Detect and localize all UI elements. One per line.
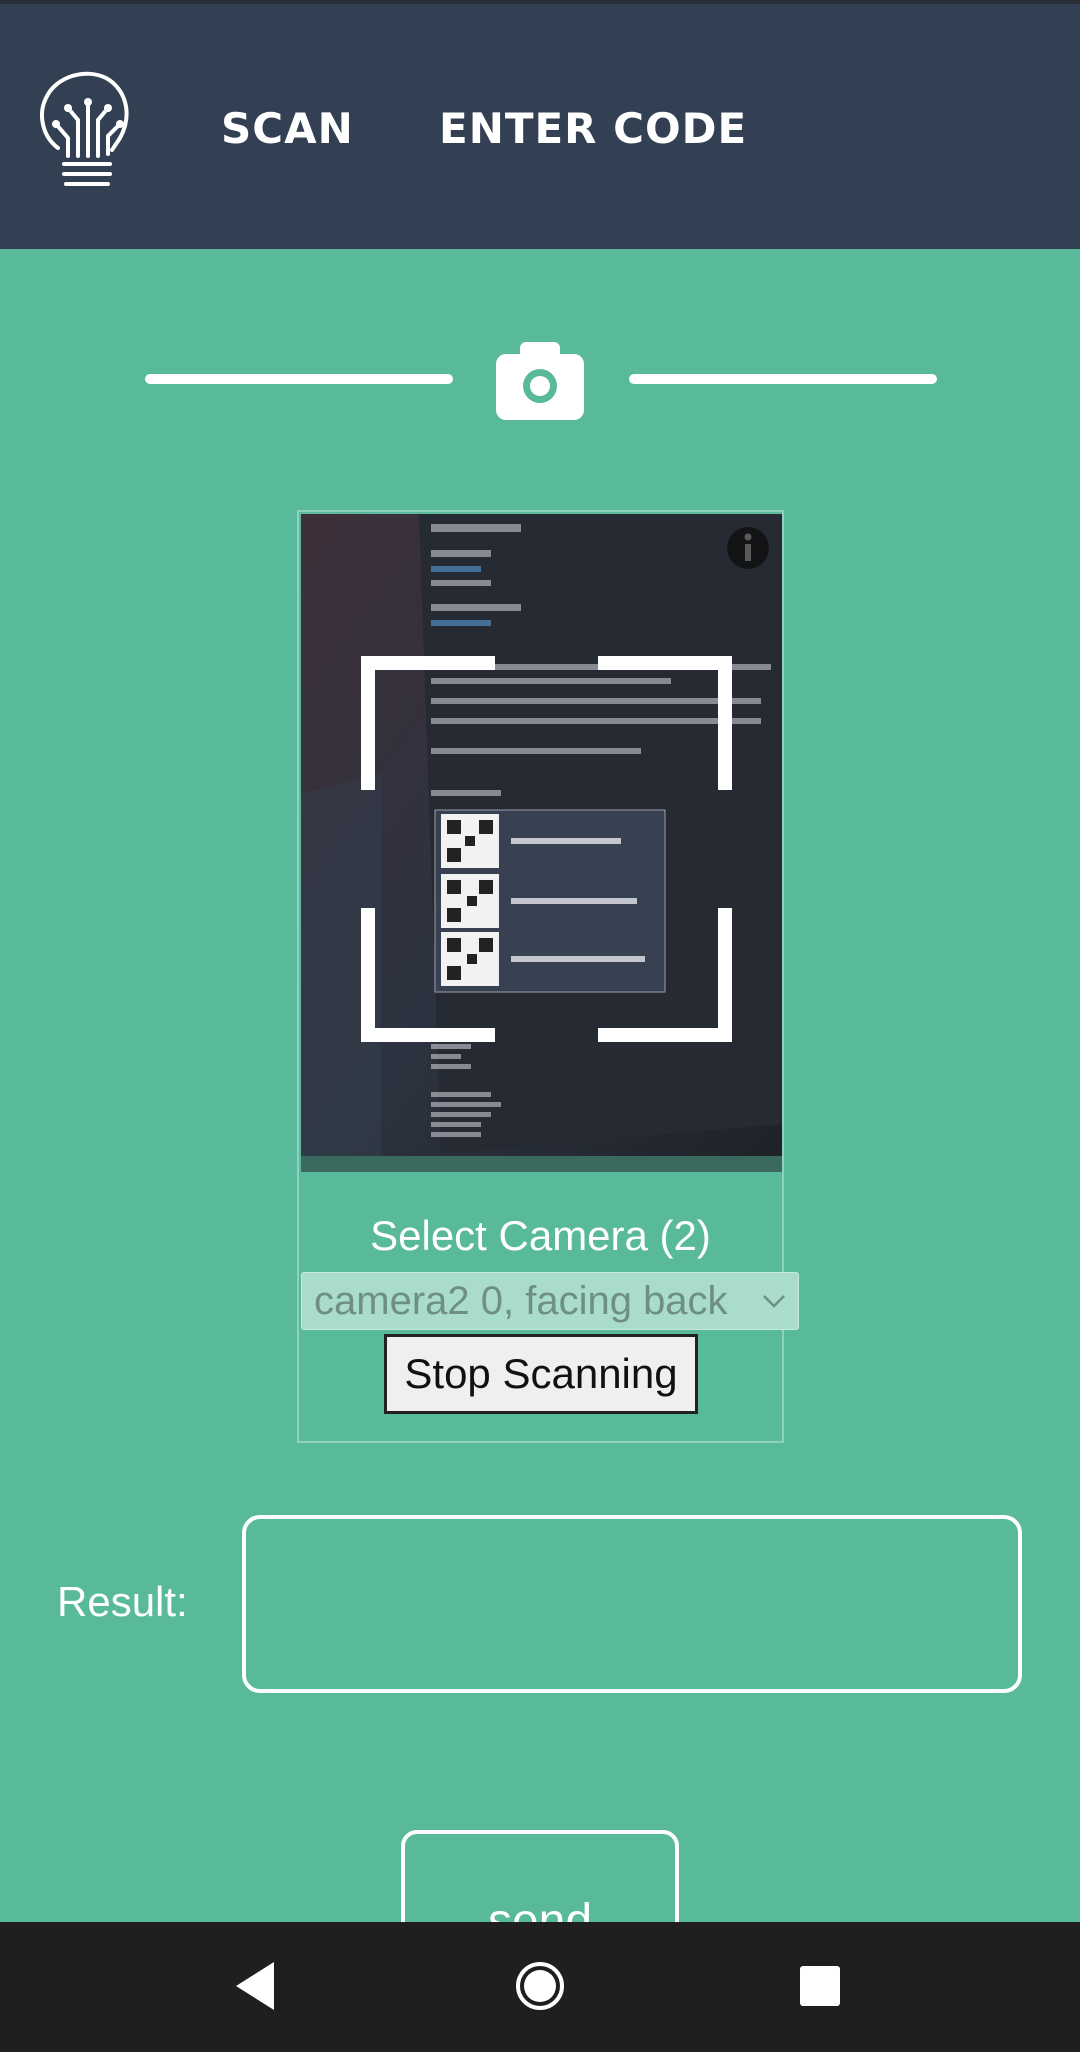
scan-frame-corner xyxy=(361,908,495,1042)
logo-icon[interactable] xyxy=(36,64,134,194)
camera-icon xyxy=(496,342,584,420)
back-icon[interactable] xyxy=(224,1954,288,2018)
divider-left xyxy=(145,374,453,384)
home-icon[interactable] xyxy=(508,1954,572,2018)
qr-scanner: Select Camera (2) camera2 0, facing back… xyxy=(297,510,799,1443)
camera-select[interactable]: camera2 0, facing back xyxy=(301,1272,799,1330)
viewfinder-bottom-bar xyxy=(301,1156,782,1172)
camera-viewfinder[interactable] xyxy=(301,514,782,1172)
select-camera-label: Select Camera (2) xyxy=(370,1212,711,1259)
nav-scan[interactable]: SCAN xyxy=(221,104,354,153)
system-nav-bar xyxy=(0,1922,1080,2052)
chevron-down-icon xyxy=(763,1295,785,1308)
camera-feed xyxy=(301,514,782,1172)
result-label: Result: xyxy=(57,1578,188,1625)
camera-select-value: camera2 0, facing back xyxy=(314,1279,728,1323)
stop-scanning-button[interactable]: Stop Scanning xyxy=(384,1334,698,1414)
nav-enter-code[interactable]: ENTER CODE xyxy=(439,104,747,153)
recents-icon[interactable] xyxy=(788,1954,852,2018)
scan-frame-corner xyxy=(361,656,495,790)
result-field[interactable] xyxy=(242,1515,1022,1693)
info-icon[interactable] xyxy=(726,526,770,570)
scan-frame-corner xyxy=(598,656,732,790)
scan-frame-corner xyxy=(598,908,732,1042)
divider-right xyxy=(629,374,937,384)
app-header: SCAN ENTER CODE xyxy=(0,0,1080,249)
